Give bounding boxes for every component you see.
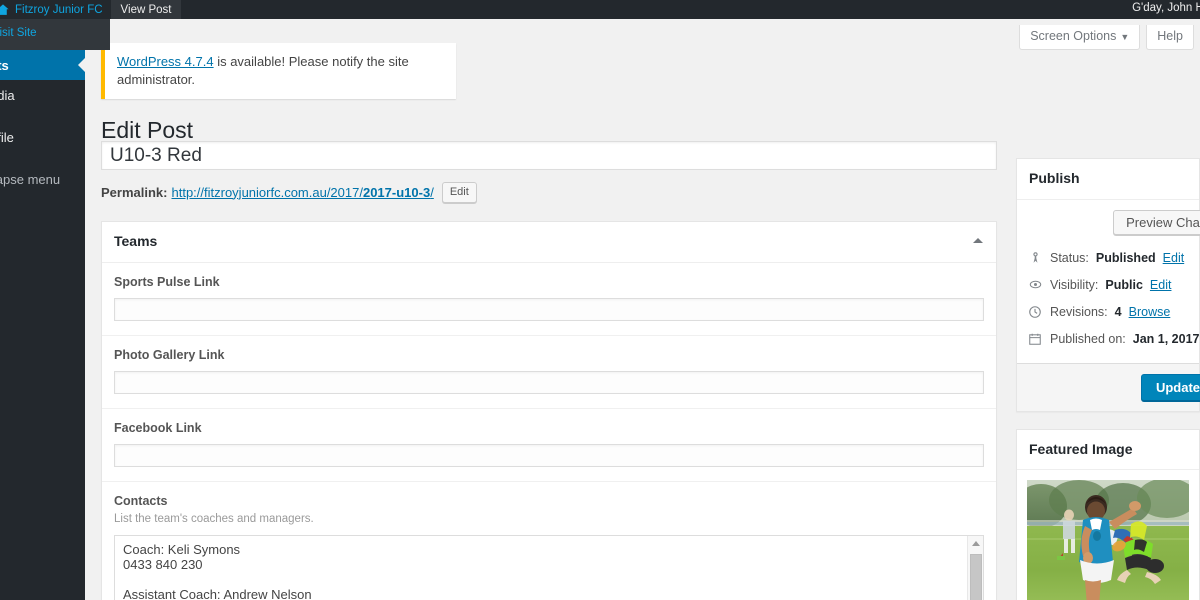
featured-image-metabox-header[interactable]: Featured Image	[1017, 430, 1199, 471]
menu-separator-2	[0, 152, 85, 164]
screen-meta-links: Screen Options ▼ Help	[1019, 25, 1200, 50]
contacts-textarea-scrollbar[interactable]	[967, 535, 984, 600]
active-menu-arrow-icon	[78, 57, 86, 73]
teams-metabox-header[interactable]: Teams	[102, 222, 996, 263]
eye-icon	[1027, 277, 1043, 293]
collapse-menu-button[interactable]: llapse menu	[0, 164, 85, 194]
facebook-link-label: Facebook Link	[114, 420, 202, 435]
publish-major-actions: Update	[1017, 362, 1200, 411]
field-row-contacts: Contacts List the team's coaches and man…	[102, 482, 996, 600]
revisions-label: Revisions:	[1050, 304, 1108, 319]
published-on-value: Jan 1, 2017 @ 18:00	[1132, 331, 1200, 346]
permalink-slug: 2017-u10-3	[362, 184, 431, 200]
sidebar-item-media[interactable]: edia	[0, 80, 85, 110]
publish-metabox-body: Preview Changes Status: Published Edit	[1017, 199, 1200, 411]
chevron-up-icon[interactable]	[960, 222, 996, 258]
sidebar-item-media-label: edia	[0, 87, 15, 103]
admin-sidebar-menu: sts edia ofile llapse menu	[0, 19, 86, 600]
sidebar-item-posts[interactable]: sts	[0, 50, 86, 80]
site-name-label: Fitzroy Junior FC	[15, 3, 103, 16]
post-body-main-column: Permalink: http://fitzroyjuniorfc.com.au…	[101, 141, 997, 600]
contacts-textarea[interactable]	[114, 534, 984, 600]
admin-bar-site-name[interactable]: Fitzroy Junior FC	[0, 0, 111, 19]
edit-permalink-button[interactable]: Edit	[441, 181, 477, 203]
status-value: Published	[1095, 250, 1156, 265]
chevron-down-icon: ▼	[1120, 32, 1130, 42]
visibility-value: Public	[1105, 277, 1143, 292]
publish-metabox-header[interactable]: Publish	[1017, 159, 1199, 200]
screen-options-tab[interactable]: Screen Options ▼	[1019, 25, 1141, 50]
permalink-prefix: http://fitzroyjuniorfc.com.au/2017/	[171, 184, 363, 200]
permalink-row: Permalink: http://fitzroyjuniorfc.com.au…	[101, 180, 997, 204]
chevron-up-glyph	[973, 237, 983, 243]
featured-image-thumbnail[interactable]	[1027, 480, 1189, 600]
edit-status-link[interactable]: Edit	[1163, 250, 1185, 266]
featured-image-metabox: Featured Image	[1016, 428, 1200, 600]
update-button[interactable]: Update	[1140, 373, 1200, 401]
field-row-photo-gallery: Photo Gallery Link	[102, 336, 996, 409]
published-on-row: Published on: Jan 1, 2017 @ 18:00 E	[1027, 326, 1200, 353]
home-icon	[0, 3, 10, 17]
contacts-textarea-wrapper	[114, 534, 984, 600]
contacts-description: List the team's coaches and managers.	[114, 512, 314, 525]
post-title-input[interactable]	[101, 141, 997, 170]
preview-row: Preview Changes	[1027, 209, 1200, 235]
browse-revisions-link[interactable]: Browse	[1129, 304, 1171, 320]
publish-metabox-title: Publish	[1029, 170, 1080, 186]
permalink-label: Permalink:	[101, 184, 168, 200]
collapse-menu-label: llapse menu	[0, 171, 61, 187]
sidebar-item-profile[interactable]: ofile	[0, 122, 85, 152]
scrollbar-thumb[interactable]	[970, 553, 982, 600]
status-row: Status: Published Edit	[1027, 245, 1189, 272]
admin-bar: Fitzroy Junior FC View Post G'day, John …	[0, 0, 1200, 19]
sidebar-item-posts-label: sts	[0, 57, 9, 73]
featured-image-metabox-title: Featured Image	[1029, 440, 1133, 457]
pin-icon	[1027, 250, 1043, 266]
published-on-label: Published on:	[1050, 331, 1126, 346]
calendar-icon	[1027, 331, 1043, 347]
teams-metabox: Teams Sports Pulse Link Photo Gallery Li…	[101, 221, 997, 600]
visit-site-link[interactable]: Visit Site	[0, 19, 110, 39]
publish-minor-actions: Preview Changes Status: Published Edit	[1017, 199, 1200, 363]
menu-separator	[0, 110, 85, 122]
visibility-row: Visibility: Public Edit	[1027, 272, 1189, 299]
sports-pulse-link-input[interactable]	[114, 297, 984, 321]
post-title-field-wrapper	[101, 141, 997, 170]
featured-image-body: Click the image to edit or update Remove…	[1017, 470, 1199, 600]
clock-icon	[1027, 304, 1043, 320]
field-row-sports-pulse: Sports Pulse Link	[102, 263, 996, 336]
permalink-suffix: /	[430, 184, 434, 200]
contacts-label: Contacts	[114, 493, 168, 508]
wordpress-update-link[interactable]: WordPress 4.7.4	[117, 54, 214, 69]
permalink-link[interactable]: http://fitzroyjuniorfc.com.au/2017/2017-…	[171, 185, 433, 200]
visibility-label: Visibility:	[1050, 277, 1099, 292]
scroll-up-arrow-icon[interactable]	[968, 536, 984, 552]
publish-metabox: Publish Preview Changes Status: Publishe…	[1016, 158, 1200, 412]
screen-options-label: Screen Options	[1030, 29, 1117, 43]
revisions-row: Revisions: 4 Browse	[1027, 299, 1189, 326]
help-tab[interactable]: Help	[1146, 25, 1194, 50]
edit-visibility-link[interactable]: Edit	[1150, 277, 1172, 293]
post-sidebar-column: Publish Preview Changes Status: Publishe…	[1016, 141, 1200, 600]
account-greeting[interactable]: G'day, John Har	[1132, 2, 1200, 14]
photo-gallery-link-input[interactable]	[114, 370, 984, 394]
field-row-facebook: Facebook Link	[102, 409, 996, 482]
admin-bar-site-submenu: Visit Site	[0, 19, 110, 50]
revisions-count: 4	[1114, 304, 1122, 319]
facebook-link-input[interactable]	[114, 443, 984, 467]
sidebar-item-profile-label: ofile	[0, 129, 14, 145]
admin-content-area: Screen Options ▼ Help WordPress 4.7.4 is …	[85, 19, 1200, 600]
view-post-link[interactable]: View Post	[110, 0, 182, 19]
teams-metabox-title: Teams	[114, 233, 158, 249]
update-notice: WordPress 4.7.4 is available! Please not…	[101, 43, 456, 100]
photo-gallery-link-label: Photo Gallery Link	[114, 347, 225, 362]
preview-changes-button[interactable]: Preview Changes	[1113, 209, 1200, 235]
status-label: Status:	[1050, 250, 1089, 265]
sports-pulse-link-label: Sports Pulse Link	[114, 274, 220, 289]
